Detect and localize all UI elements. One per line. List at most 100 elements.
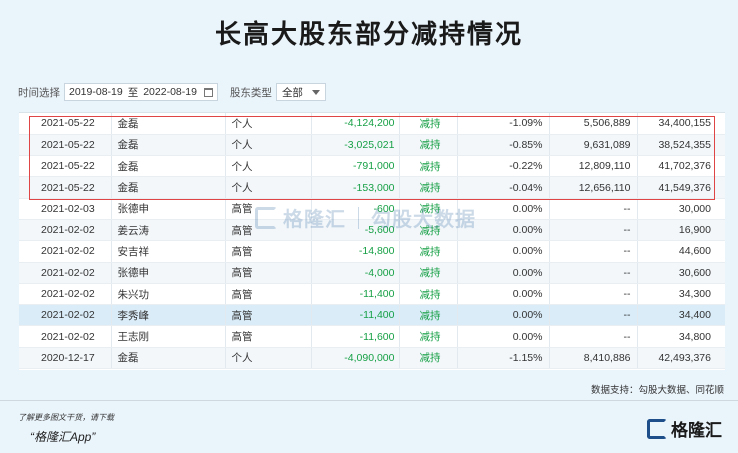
row-total: 34,400: [637, 304, 725, 327]
row-total: 30,000: [637, 198, 725, 220]
row-name: 金磊: [111, 134, 226, 157]
row-direction: 减持: [399, 198, 458, 220]
row-date: 2021-02-02: [19, 304, 112, 327]
logo-text: 格隆汇: [671, 421, 722, 440]
row-change: -4,000: [311, 262, 400, 284]
row-holding: --: [549, 283, 638, 306]
row-change: -4,090,000: [311, 347, 400, 370]
row-change-pct: 0.00%: [457, 262, 550, 284]
row-total: 44,600: [637, 240, 725, 263]
row-change: -11,400: [311, 304, 400, 327]
date-from: 2019-08-19: [69, 86, 123, 98]
row-change-pct: 0.00%: [457, 283, 550, 306]
table-row[interactable]: 2021-05-22 金磊 个人 -153,000 减持 -0.04% 12,656,110…: [19, 176, 725, 199]
row-change: -4,124,200: [311, 113, 400, 135]
row-holding: 8,410,886: [549, 347, 638, 370]
row-holding: --: [549, 219, 638, 242]
row-holder-type: 高管: [225, 262, 312, 284]
table-row[interactable]: 2021-02-02 朱兴功 高管 -11,400 减持 0.00% -- 34,300: [19, 283, 725, 306]
row-date: 2021-02-02: [19, 240, 112, 263]
row-total: 30,600: [637, 262, 725, 284]
shareholder-table: 2021-05-22 金磊 个人 -4,124,200 减持 -1.09% 5,506,88…: [19, 112, 725, 370]
date-to: 2022-08-19: [143, 86, 197, 98]
row-change-pct: 0.00%: [457, 198, 550, 220]
row-change-pct: -0.04%: [457, 176, 550, 199]
row-change-pct: -1.09%: [457, 113, 550, 135]
row-holder-type: 个人: [225, 155, 312, 178]
row-change-pct: -0.85%: [457, 134, 550, 157]
row-total: 34,300: [637, 283, 725, 306]
table-row[interactable]: 2021-05-22 金磊 个人 -4,124,200 减持 -1.09% 5,506,88…: [19, 113, 725, 135]
footer-divider: [0, 400, 738, 401]
page-title: 长高大股东部分减持情况: [214, 19, 523, 49]
row-holding: 9,631,089: [549, 134, 638, 157]
row-change-pct: -1.15%: [457, 347, 550, 370]
row-holder-type: 高管: [225, 240, 312, 263]
table-row[interactable]: 2021-02-02 张德申 高管 -4,000 减持 0.00% -- 30,600: [19, 262, 725, 284]
row-name: 金磊: [111, 347, 226, 370]
row-holding: 12,809,110: [549, 155, 638, 178]
row-direction: 减持: [399, 219, 458, 242]
row-holding: --: [549, 325, 638, 348]
table-row[interactable]: 2021-02-02 安吉祥 高管 -14,800 减持 0.00% -- 44,600: [19, 240, 725, 263]
row-total: 42,493,376: [637, 347, 725, 370]
table-row[interactable]: 2020-12-17 金磊 个人 -4,090,000 减持 -1.15% 8,410,88…: [19, 347, 725, 370]
date-separator: 至: [127, 86, 139, 99]
row-total: 16,900: [637, 219, 725, 242]
row-date: 2021-05-22: [19, 155, 112, 178]
table-row[interactable]: 2021-02-02 王志刚 高管 -11,600 减持 0.00% -- 34,800: [19, 325, 725, 348]
row-date: 2021-02-02: [19, 283, 112, 306]
row-change: -14,800: [311, 240, 400, 263]
row-direction: 减持: [399, 134, 458, 157]
row-date: 2021-02-02: [19, 325, 112, 348]
row-direction: 减持: [399, 113, 458, 135]
table-row[interactable]: 2021-02-03 张德申 高管 -600 减持 0.00% -- 30,000: [19, 198, 725, 220]
row-direction: 减持: [399, 176, 458, 199]
row-name: 金磊: [111, 155, 226, 178]
row-direction: 减持: [399, 283, 458, 306]
row-holding: --: [549, 304, 638, 327]
row-date: 2021-05-22: [19, 176, 112, 199]
row-holder-type: 个人: [225, 176, 312, 199]
row-change: -3,025,021: [311, 134, 400, 157]
row-holding: 12,656,110: [549, 176, 638, 199]
chevron-down-icon: [311, 89, 320, 95]
table-row[interactable]: 2021-05-22 金磊 个人 -3,025,021 减持 -0.85% 9,631,08…: [19, 134, 725, 157]
row-name: 姜云涛: [111, 219, 226, 242]
row-holder-type: 高管: [225, 304, 312, 327]
row-change-pct: 0.00%: [457, 219, 550, 242]
footer-line-1: 了解更多图文干货，请下载: [18, 413, 114, 422]
data-source: 数据支持：勾股大数据、同花顺: [590, 385, 724, 396]
row-change: -791,000: [311, 155, 400, 178]
row-holder-type: 高管: [225, 219, 312, 242]
row-name: 金磊: [111, 113, 226, 135]
table-row[interactable]: 2021-05-22 金磊 个人 -791,000 减持 -0.22% 12,809,110…: [19, 155, 725, 178]
row-holding: 5,506,889: [549, 113, 638, 135]
row-date: 2021-05-22: [19, 113, 112, 135]
row-holder-type: 高管: [225, 325, 312, 348]
row-holder-type: 高管: [225, 198, 312, 220]
row-change-pct: -0.22%: [457, 155, 550, 178]
holder-type-label: 股东类型: [229, 86, 272, 99]
row-change: -11,600: [311, 325, 400, 348]
row-total: 41,702,376: [637, 155, 725, 178]
row-change-pct: 0.00%: [457, 240, 550, 263]
row-date: 2021-02-02: [19, 219, 112, 242]
row-change: -11,400: [311, 283, 400, 306]
row-direction: 减持: [399, 262, 458, 284]
table-row[interactable]: 2021-02-02 姜云涛 高管 -5,600 减持 0.00% -- 16,900: [19, 219, 725, 242]
calendar-icon[interactable]: [203, 87, 213, 97]
holder-type-value: 全部: [281, 86, 303, 99]
footer-line-2: “格隆汇App”: [30, 430, 96, 444]
row-name: 张德申: [111, 198, 226, 220]
date-range-picker[interactable]: 2019-08-19 至 2022-08-19: [64, 83, 218, 101]
row-change-pct: 0.00%: [457, 325, 550, 348]
holder-type-select[interactable]: 全部: [275, 83, 326, 101]
row-direction: 减持: [399, 347, 458, 370]
row-change: -153,000: [311, 176, 400, 199]
row-holder-type: 个人: [225, 134, 312, 157]
table-row[interactable]: 2021-02-02 李秀峰 高管 -11,400 减持 0.00% -- 34,400: [19, 304, 725, 327]
row-total: 34,800: [637, 325, 725, 348]
row-name: 安吉祥: [111, 240, 226, 263]
time-label: 时间选择: [18, 86, 60, 99]
